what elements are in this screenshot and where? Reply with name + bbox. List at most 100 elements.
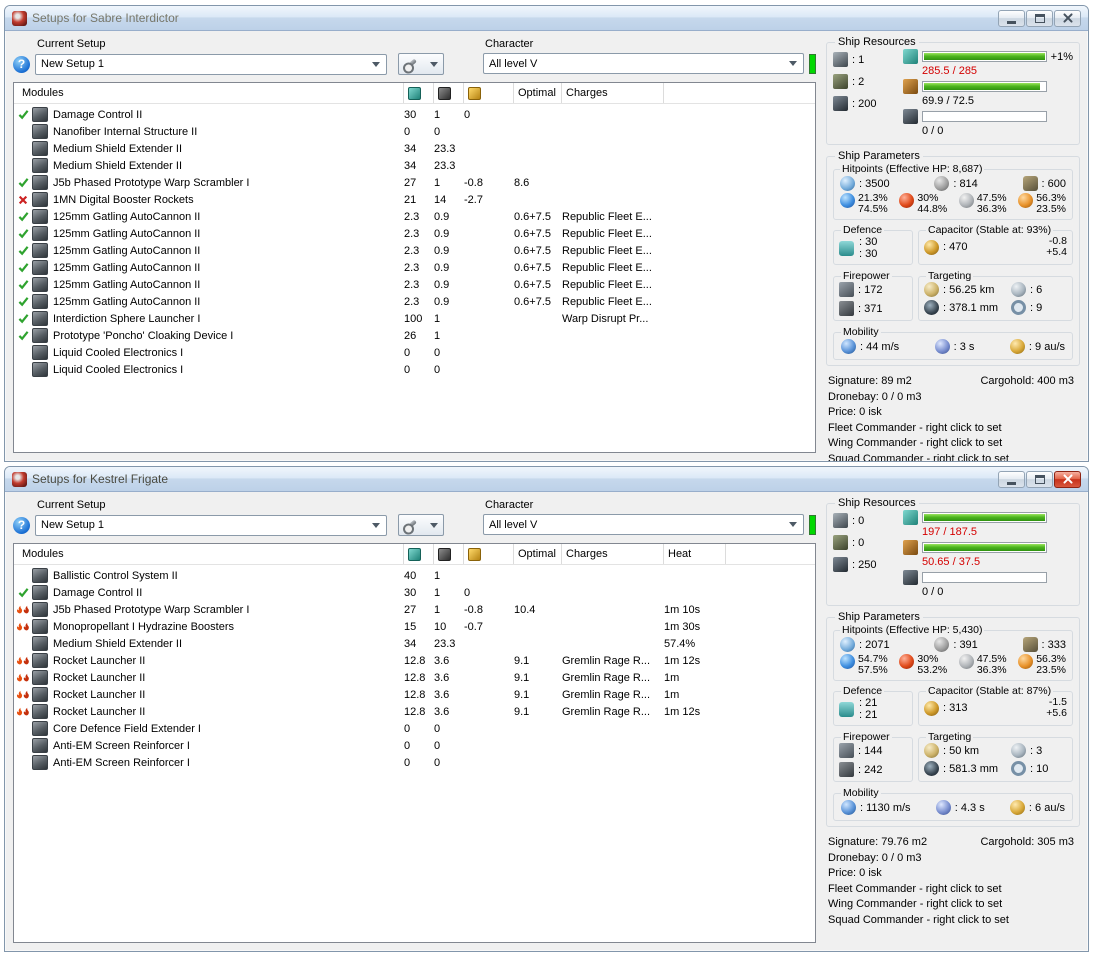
window-title: Setups for Kestrel Frigate	[32, 472, 169, 486]
armor-thermal-resist: 53.2%	[917, 664, 948, 676]
charges-cell: Republic Fleet E...	[562, 261, 652, 274]
help-icon[interactable]: ?	[13, 55, 30, 73]
module-row[interactable]: 1MN Digital Booster Rockets 21 14 -2.7	[14, 191, 815, 208]
column-header-charges[interactable]: Charges	[562, 544, 664, 564]
module-row[interactable]: Rocket Launcher II 12.8 3.6 9.1 Gremlin …	[14, 669, 815, 686]
module-row[interactable]: Rocket Launcher II 12.8 3.6 9.1 Gremlin …	[14, 652, 815, 669]
help-icon[interactable]: ?	[13, 516, 30, 534]
module-row[interactable]: J5b Phased Prototype Warp Scrambler I 27…	[14, 601, 815, 618]
module-row[interactable]: Liquid Cooled Electronics I 0 0	[14, 361, 815, 378]
setup-tools-button[interactable]	[398, 53, 444, 75]
hitpoints-group: Hitpoints (Effective HP: 8,687) : 3500 :…	[833, 163, 1073, 220]
column-header-charges[interactable]: Charges	[562, 83, 664, 103]
minimize-button[interactable]	[998, 9, 1025, 27]
module-row[interactable]: Damage Control II 30 1 0	[14, 106, 815, 123]
column-header-modules[interactable]: Modules	[14, 544, 404, 564]
character-select-value: All level V	[489, 518, 538, 531]
column-header-optimal[interactable]: Optimal	[514, 544, 562, 564]
module-row[interactable]: Ballistic Control System II 40 1	[14, 567, 815, 584]
column-header-modules[interactable]: Modules	[14, 83, 404, 103]
warp-speed-stat: : 9 au/s	[1009, 339, 1065, 354]
maximize-button[interactable]	[1026, 9, 1053, 27]
mobility-title: Mobility	[843, 787, 879, 799]
module-status-icon	[14, 604, 32, 615]
module-icon	[32, 175, 48, 190]
warp-speed-value: : 9 au/s	[1028, 340, 1065, 353]
warp-speed-icon	[1009, 800, 1025, 815]
calibration-points: : 200	[833, 96, 895, 111]
module-row[interactable]: 125mm Gatling AutoCannon II 2.3 0.9 0.6+…	[14, 276, 815, 293]
squad-commander-text[interactable]: Squad Commander - right click to set	[828, 452, 1078, 462]
shield-recharge-icon	[839, 240, 854, 256]
module-icon	[32, 311, 48, 326]
character-select[interactable]: All level V	[483, 53, 804, 74]
wing-commander-text[interactable]: Wing Commander - right click to set	[828, 897, 1078, 913]
module-row[interactable]: Interdiction Sphere Launcher I 100 1 War…	[14, 310, 815, 327]
setup-select[interactable]: New Setup 1	[35, 514, 387, 536]
maximize-button[interactable]	[1026, 470, 1053, 488]
column-header-powergrid[interactable]	[434, 83, 464, 103]
module-row[interactable]: 125mm Gatling AutoCannon II 2.3 0.9 0.6+…	[14, 259, 815, 276]
kinetic-resists: 47.5% 36.3%	[958, 654, 1007, 676]
close-button[interactable]	[1054, 9, 1081, 27]
cpu-usage-cell: 2.3	[404, 210, 420, 223]
column-header-cpu[interactable]	[404, 544, 434, 564]
column-header-heat[interactable]	[664, 83, 726, 103]
minimize-button[interactable]	[998, 470, 1025, 488]
chevron-down-icon	[372, 522, 380, 528]
mobility-group: Mobility : 1130 m/s : 4.3 s : 6 au/s	[833, 787, 1073, 821]
module-row[interactable]: Nanofiber Internal Structure II 0 0	[14, 123, 815, 140]
powergrid-usage-cell: 0	[434, 125, 441, 138]
setup-tools-button[interactable]	[398, 514, 444, 536]
module-row[interactable]: Medium Shield Extender II 34 23.3 57.4%	[14, 635, 815, 652]
sensor-strength-stat: : 9	[1011, 300, 1067, 315]
module-row[interactable]: Medium Shield Extender II 34 23.3	[14, 140, 815, 157]
setup-select[interactable]: New Setup 1	[35, 53, 387, 75]
module-row[interactable]: Core Defence Field Extender I 0 0	[14, 720, 815, 737]
character-skills-indicator	[809, 514, 816, 535]
modules-table-body: Ballistic Control System II 40 1 Damage …	[14, 565, 815, 942]
fleet-commander-text[interactable]: Fleet Commander - right click to set	[828, 882, 1078, 898]
powergrid-usage-cell: 0.9	[434, 295, 450, 308]
module-row[interactable]: 125mm Gatling AutoCannon II 2.3 0.9 0.6+…	[14, 293, 815, 310]
close-button[interactable]	[1054, 470, 1081, 488]
module-icon	[32, 721, 48, 736]
character-select[interactable]: All level V	[483, 514, 804, 535]
app-icon	[12, 10, 27, 26]
capacitor-icon	[924, 700, 939, 716]
volley-value: : 371	[858, 302, 883, 315]
module-row[interactable]: 125mm Gatling AutoCannon II 2.3 0.9 0.6+…	[14, 225, 815, 242]
column-header-optimal[interactable]: Optimal	[514, 83, 562, 103]
column-header-capacitor[interactable]	[464, 544, 514, 564]
module-row[interactable]: Anti-EM Screen Reinforcer I 0 0	[14, 754, 815, 771]
module-icon	[32, 158, 48, 173]
module-row[interactable]: Medium Shield Extender II 34 23.3	[14, 157, 815, 174]
column-header-capacitor[interactable]	[464, 83, 514, 103]
module-status-icon	[14, 109, 32, 120]
module-row[interactable]: Rocket Launcher II 12.8 3.6 9.1 Gremlin …	[14, 686, 815, 703]
fleet-commander-text[interactable]: Fleet Commander - right click to set	[828, 421, 1078, 437]
column-header-cpu[interactable]	[404, 83, 434, 103]
titlebar[interactable]: Setups for Sabre Interdictor	[5, 6, 1088, 31]
module-row[interactable]: Liquid Cooled Electronics I 0 0	[14, 344, 815, 361]
squad-commander-text[interactable]: Squad Commander - right click to set	[828, 913, 1078, 929]
module-icon	[32, 277, 48, 292]
titlebar[interactable]: Setups for Kestrel Frigate	[5, 467, 1088, 492]
optimal-cell: 8.6	[514, 176, 530, 189]
module-row[interactable]: Rocket Launcher II 12.8 3.6 9.1 Gremlin …	[14, 703, 815, 720]
module-row[interactable]: Damage Control II 30 1 0	[14, 584, 815, 601]
powergrid-usage-cell: 0.9	[434, 278, 450, 291]
cpu-usage-cell: 21	[404, 193, 417, 206]
powergrid-icon	[903, 540, 918, 555]
module-row[interactable]: Prototype 'Poncho' Cloaking Device I 26 …	[14, 327, 815, 344]
check-icon	[18, 588, 28, 598]
module-row[interactable]: 125mm Gatling AutoCannon II 2.3 0.9 0.6+…	[14, 242, 815, 259]
module-row[interactable]: 125mm Gatling AutoCannon II 2.3 0.9 0.6+…	[14, 208, 815, 225]
column-header-heat[interactable]: Heat	[664, 544, 726, 564]
module-row[interactable]: Monopropellant I Hydrazine Boosters 15 1…	[14, 618, 815, 635]
wing-commander-text[interactable]: Wing Commander - right click to set	[828, 436, 1078, 452]
column-header-powergrid[interactable]	[434, 544, 464, 564]
module-row[interactable]: J5b Phased Prototype Warp Scrambler I 27…	[14, 174, 815, 191]
calibration-bar	[922, 572, 1047, 583]
module-row[interactable]: Anti-EM Screen Reinforcer I 0 0	[14, 737, 815, 754]
